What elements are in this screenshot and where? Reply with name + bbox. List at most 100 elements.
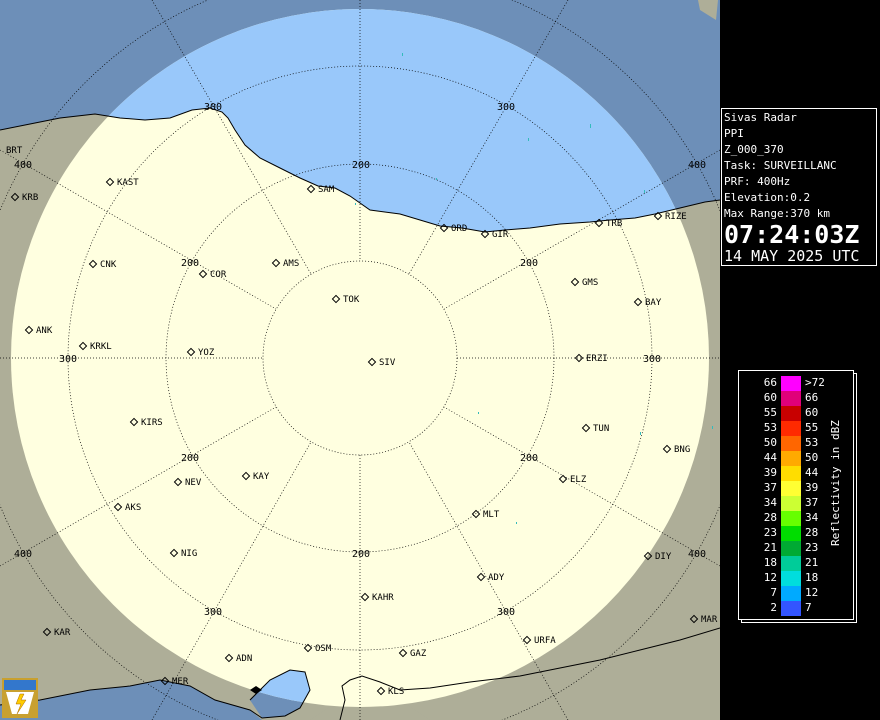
legend-color-swatch [781,451,801,466]
range-label: 200 [181,453,199,464]
legend-color-swatch [781,526,801,541]
station-label: GAZ [410,649,427,659]
station-label: CNK [100,260,117,270]
legend-low-value: 34 [763,496,777,509]
legend-high-value: 21 [805,556,819,569]
station-label: GIR [492,230,509,240]
station-label: KRB [22,193,38,203]
station-label: GMS [582,278,598,288]
legend-high-value: >72 [805,376,825,389]
station-label: KRKL [90,342,112,352]
range-label: 200 [352,160,370,171]
legend-color-swatch [781,511,801,526]
legend-low-value: 39 [763,466,777,479]
legend-high-value: 7 [805,601,812,614]
legend-row: 66 >72 [739,376,849,391]
radar-info-panel: Sivas Radar PPI Z_000_370 Task: SURVEILL… [721,108,877,266]
station-label: DIY [655,552,672,562]
station-label: KAY [253,472,270,482]
reflectivity-legend: 66 >72 60 66 55 60 53 55 50 53 44 50 39 44 37 39 34 37 28 3… [738,370,857,623]
station-label: KAHR [372,593,394,603]
legend-low-value: 66 [763,376,777,389]
station-label: ELZ [570,475,587,485]
legend-color-swatch [781,571,801,586]
station-label: NIG [181,549,197,559]
legend-low-value: 28 [763,511,777,524]
station-label: ORD [451,224,467,234]
range-label: 400 [688,160,706,171]
legend-low-value: 50 [763,436,777,449]
legend-color-swatch [781,496,801,511]
station-label: KIRS [141,418,163,428]
station-label: BNG [674,445,690,455]
station-label: AKS [125,503,141,513]
legend-low-value: 12 [763,571,777,584]
legend-low-value: 44 [763,451,777,464]
station-label: SIV [379,358,396,368]
legend-low-value: 7 [770,586,777,599]
legend-row: 27 [739,601,849,616]
station-label: ERZI [586,354,608,364]
legend-low-value: 18 [763,556,777,569]
legend-box: 66 >72 60 66 55 60 53 55 50 53 44 50 39 44 37 39 34 37 28 3… [738,370,854,620]
legend-row: 12 18 [739,571,849,586]
legend-color-swatch [781,541,801,556]
station-label: KAST [117,178,139,188]
station-label: RIZE [665,212,687,222]
station-label: MLT [483,510,500,520]
station-label: KLS [388,687,404,697]
legend-high-value: 12 [805,586,819,599]
legend-color-swatch [781,601,801,616]
legend-low-value: 2 [770,601,777,614]
range-label: 200 [520,453,538,464]
legend-color-swatch [781,436,801,451]
legend-row: 18 21 [739,556,849,571]
radar-map[interactable]: 200 200 200 200 200 200 300 300 300 300 … [0,0,720,720]
station-label: COR [210,270,227,280]
legend-color-swatch [781,376,801,391]
range-label: 200 [520,258,538,269]
legend-high-value: 60 [805,406,819,419]
prf-label: PRF: 400Hz [724,175,791,188]
legend-low-value: 23 [763,526,777,539]
legend-color-swatch [781,406,801,421]
legend-low-value: 53 [763,421,777,434]
observation-date: 14 MAY 2025 UTC [724,247,860,265]
station-label: AMS [283,259,299,269]
station-label: TRB [606,219,622,229]
station-label: YOZ [198,348,215,358]
station-label: BRT [6,146,23,156]
elevation-label: Elevation:0.2 [724,191,811,204]
station-label: URFA [534,636,556,646]
station-label: KAR [54,628,71,638]
station-label: ADY [488,573,505,583]
legend-low-value: 37 [763,481,777,494]
legend-title: Reflectivity in dBZ [829,420,842,546]
legend-row: 55 60 [739,406,849,421]
station-label: ANK [36,326,53,336]
legend-low-value: 21 [763,541,777,554]
product-code: Z_000_370 [724,143,784,156]
station-label: MAR [701,615,718,625]
observation-time: 07:24:03Z [724,220,860,249]
station-label: BAY [645,298,662,308]
station-label: NEV [185,478,202,488]
range-label: 300 [204,607,222,618]
station-label: TUN [593,424,609,434]
legend-high-value: 66 [805,391,819,404]
legend-color-swatch [781,391,801,406]
legend-low-value: 60 [763,391,777,404]
range-label: 300 [497,607,515,618]
task-label: Task: SURVEILLANC [724,159,837,172]
radar-name: Sivas Radar [724,111,797,124]
legend-color-swatch [781,481,801,496]
station-label: TOK [343,295,360,305]
range-label: 300 [643,354,661,365]
station-label: ADN [236,654,252,664]
legend-low-value: 55 [763,406,777,419]
legend-color-swatch [781,556,801,571]
legend-row: 60 66 [739,391,849,406]
legend-color-swatch [781,466,801,481]
range-label: 400 [14,549,32,560]
station-label: SAM [318,185,335,195]
